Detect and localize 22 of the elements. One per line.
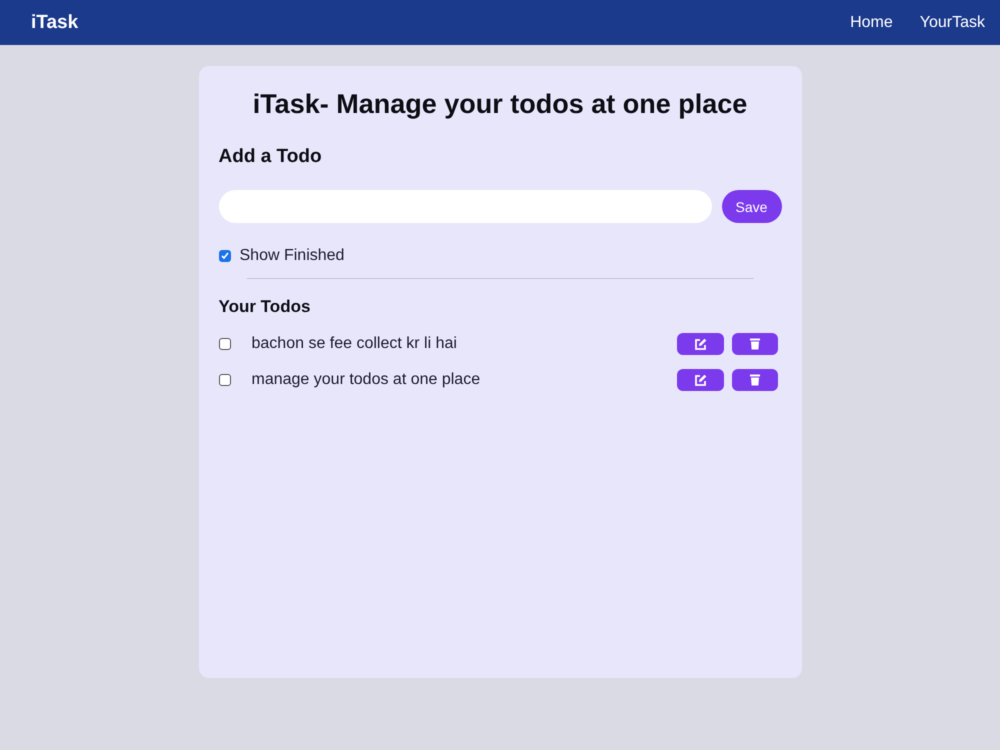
checkbox-label: Show Finished (240, 247, 344, 265)
nav-link[interactable]: Home (850, 14, 893, 32)
delete-button[interactable] (732, 369, 778, 391)
todo-input-field[interactable] (218, 190, 712, 223)
edit-icon (694, 338, 706, 350)
todo-checkbox[interactable] (218, 338, 230, 350)
todo-text: manage your todos at one place (252, 371, 482, 389)
section-heading: Your Todos (218, 296, 312, 318)
delete-button[interactable] (732, 333, 778, 355)
edit-button[interactable] (676, 333, 724, 355)
edit-button[interactable] (676, 369, 724, 391)
nav-link[interactable]: YourTask (920, 14, 985, 32)
page-title: iTask- Manage your todos at one place (252, 88, 748, 120)
todo-text: bachon se fee collect kr li hai (252, 335, 458, 353)
trash-icon (750, 374, 760, 386)
save-button[interactable]: Save (722, 190, 782, 223)
edit-icon (694, 374, 706, 386)
trash-icon (750, 338, 760, 350)
logo-text: iTask (31, 12, 78, 34)
todo-checkbox[interactable] (218, 374, 230, 386)
show-finished-checkbox[interactable] (218, 250, 230, 262)
section-heading: Add a Todo (218, 145, 323, 169)
